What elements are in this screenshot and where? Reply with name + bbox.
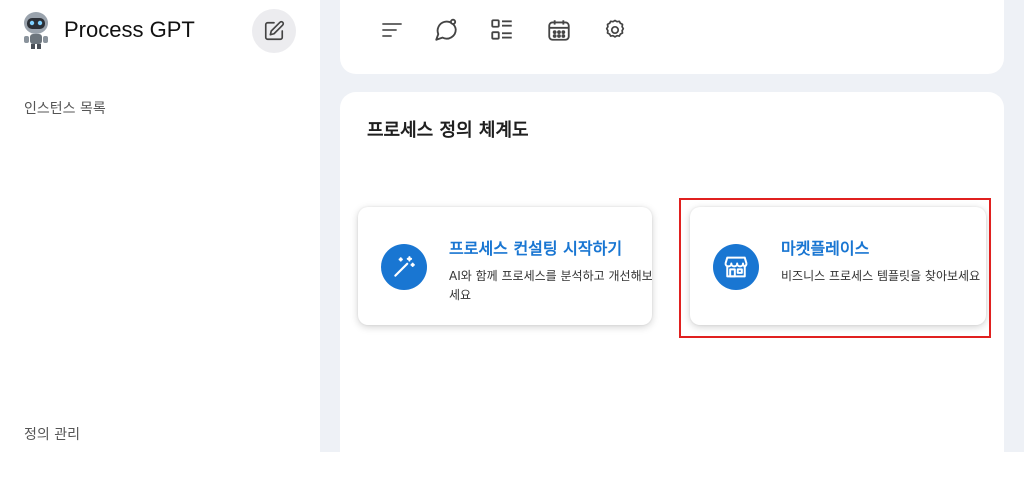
marketplace-card-title: 마켓플레이스: [781, 239, 870, 258]
edit-icon: [264, 20, 285, 41]
brand[interactable]: Process GPT: [18, 10, 195, 50]
magic-wand-icon: [394, 256, 415, 277]
chat-button[interactable]: [430, 14, 462, 46]
brand-title: Process GPT: [64, 17, 195, 42]
consulting-icon-circle: [381, 244, 427, 290]
gear-icon: [605, 19, 625, 38]
sidebar: Process GPT 인스턴스 목록 정의 관리: [0, 0, 320, 452]
robot-logo-icon: [24, 12, 48, 49]
list-view-button[interactable]: [486, 14, 518, 46]
definitions-section-label: 정의 관리: [24, 427, 80, 443]
instances-section-label: 인스턴스 목록: [24, 101, 106, 117]
consulting-card[interactable]: 프로세스 컨설팅 시작하기 AI와 함께 프로세스를 분석하고 개선해보세요: [358, 207, 652, 325]
process-definition-panel: 프로세스 정의 체계도 프로세스 컨설팅 시작하기 AI와 함께 프로세스를 분…: [340, 92, 1004, 452]
page-title: 프로세스 정의 체계도: [367, 120, 529, 141]
storefront-icon: [724, 256, 748, 278]
toolbar: [340, 0, 1004, 74]
marketplace-card[interactable]: 마켓플레이스 비즈니스 프로세스 템플릿을 찾아보세요: [690, 207, 986, 325]
list-view-icon: [491, 19, 512, 40]
menu-lines-icon: [382, 23, 402, 37]
new-chat-button[interactable]: [252, 9, 296, 53]
marketplace-icon-circle: [713, 244, 759, 290]
menu-button[interactable]: [376, 14, 408, 46]
settings-button[interactable]: [599, 14, 631, 46]
chat-bubble-icon: [435, 18, 457, 41]
calendar-button[interactable]: [543, 14, 575, 46]
consulting-card-title: 프로세스 컨설팅 시작하기: [449, 239, 623, 258]
marketplace-card-description: 비즈니스 프로세스 템플릿을 찾아보세요: [781, 269, 981, 283]
consulting-card-description: AI와 함께 프로세스를 분석하고 개선해보세요: [449, 269, 652, 302]
calendar-icon: [548, 20, 570, 41]
